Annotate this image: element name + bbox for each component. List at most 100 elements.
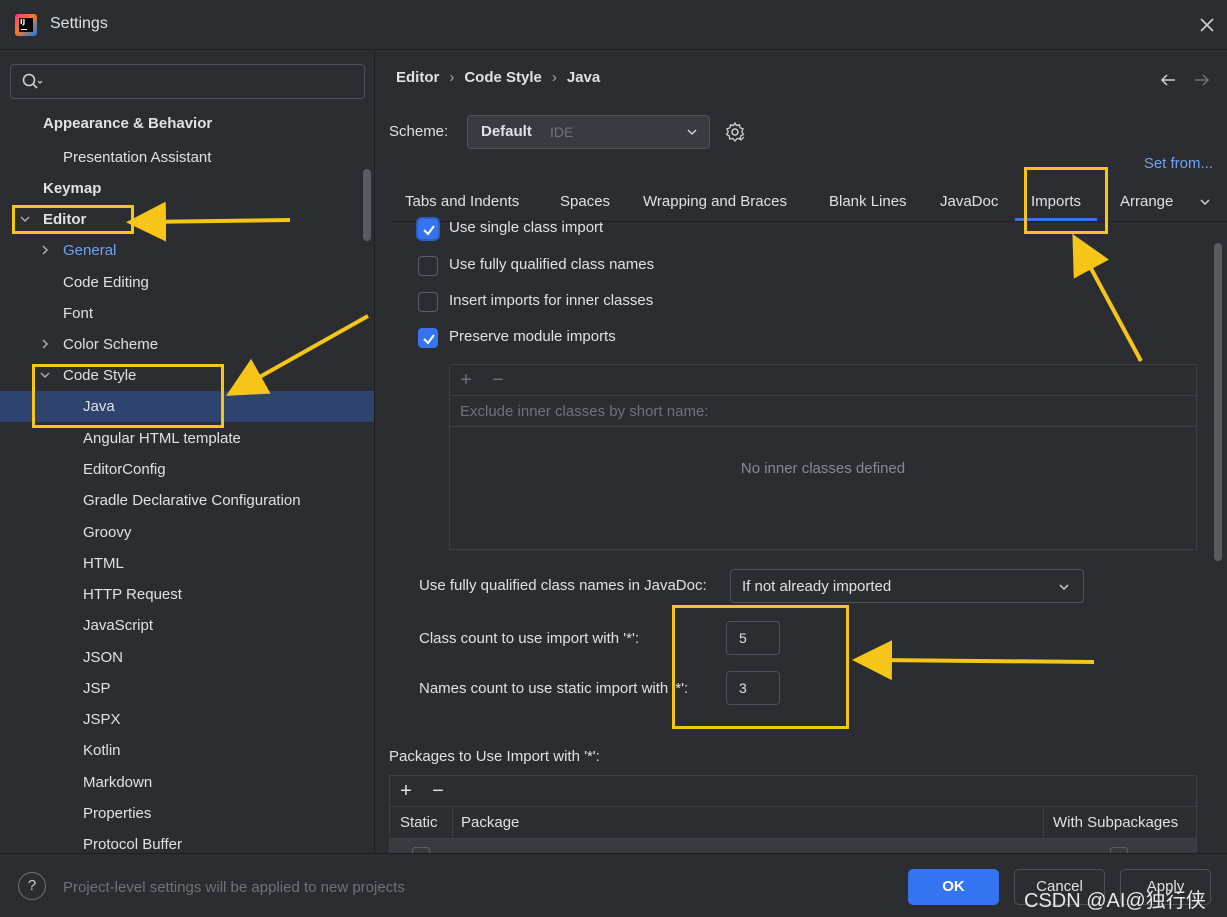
add-icon[interactable]: +	[397, 781, 415, 801]
help-icon[interactable]: ?	[18, 872, 46, 900]
sidebar-item-javascript[interactable]: JavaScript	[0, 610, 374, 641]
column-divider	[1043, 807, 1044, 839]
table-row[interactable]	[390, 839, 1196, 853]
set-from-link[interactable]: Set from...	[1144, 155, 1213, 172]
breadcrumb-editor[interactable]: Editor	[396, 69, 439, 86]
sidebar-item-label: HTML	[83, 555, 124, 572]
scheme-scope: IDE	[550, 124, 574, 140]
back-arrow-icon[interactable]	[1159, 71, 1177, 94]
chevron-down-icon[interactable]	[1198, 195, 1212, 209]
close-icon[interactable]	[1196, 14, 1218, 36]
breadcrumb-java: Java	[566, 69, 601, 86]
tab-blank-lines[interactable]: Blank Lines	[829, 193, 907, 210]
sidebar-item-editorconfig[interactable]: EditorConfig	[0, 454, 374, 485]
remove-icon[interactable]: −	[489, 370, 507, 390]
exclude-empty-text: No inner classes defined	[740, 460, 906, 477]
sidebar-item-label: Appearance & Behavior	[43, 115, 213, 132]
sidebar-item-label: JSPX	[83, 711, 121, 728]
sidebar-item-color-scheme[interactable]: Color Scheme	[0, 329, 374, 360]
sidebar-item-general[interactable]: General	[0, 235, 374, 266]
sidebar-item-label: Presentation Assistant	[63, 149, 212, 166]
column-static[interactable]: Static	[400, 814, 438, 831]
sidebar-item-code-editing[interactable]: Code Editing	[0, 267, 374, 298]
tab-tabs-and-indents[interactable]: Tabs and Indents	[405, 193, 519, 210]
dialog-footer: ? Project-level settings will be applied…	[0, 853, 1227, 917]
chevron-right-icon[interactable]	[38, 337, 52, 351]
javadoc-label: Use fully qualified class names in JavaD…	[419, 577, 707, 594]
sidebar-item-label: Font	[63, 305, 94, 322]
sidebar-item-jsp[interactable]: JSP	[0, 673, 374, 704]
chevron-down-icon	[687, 129, 697, 136]
tab-spaces[interactable]: Spaces	[560, 193, 610, 210]
intellij-app-icon: IJ	[15, 14, 37, 36]
remove-icon[interactable]: −	[429, 781, 447, 801]
sidebar-item-label: Code Editing	[63, 274, 149, 291]
sidebar-item-markdown[interactable]: Markdown	[0, 767, 374, 798]
sidebar-item-label: JSP	[83, 680, 111, 697]
forward-arrow-icon[interactable]	[1193, 71, 1211, 94]
breadcrumb-separator-icon: ›	[449, 69, 455, 86]
tab-javadoc[interactable]: JavaDoc	[940, 193, 998, 210]
checkbox[interactable]	[418, 219, 438, 239]
sidebar-item-label: Protocol Buffer	[83, 836, 182, 853]
add-icon[interactable]: +	[457, 370, 475, 390]
sidebar-item-label: Color Scheme	[63, 336, 159, 353]
search-icon	[22, 73, 43, 89]
breadcrumb-separator-icon: ›	[551, 69, 557, 86]
option-label: Use single class import	[449, 219, 604, 236]
settings-search-box[interactable]	[10, 64, 365, 99]
packages-label: Packages to Use Import with '*':	[389, 748, 600, 765]
sidebar-scrollbar[interactable]	[363, 169, 371, 241]
chevron-right-icon[interactable]	[38, 243, 52, 257]
exclude-header: Exclude inner classes by short name:	[450, 396, 1196, 427]
sidebar-item-label: JavaScript	[83, 617, 154, 634]
column-with-subpackages[interactable]: With Subpackages	[1053, 814, 1178, 831]
checkbox[interactable]	[418, 328, 438, 348]
content-scrollbar[interactable]	[1214, 243, 1222, 561]
footer-note: Project-level settings will be applied t…	[63, 879, 405, 896]
exclude-inner-classes-panel: + − Exclude inner classes by short name:…	[449, 364, 1197, 550]
sidebar-item-gradle-declarative[interactable]: Gradle Declarative Configuration	[0, 485, 374, 516]
tab-wrapping-and-braces[interactable]: Wrapping and Braces	[643, 193, 787, 210]
breadcrumb-code-style[interactable]: Code Style	[464, 69, 542, 86]
sidebar-item-groovy[interactable]: Groovy	[0, 517, 374, 548]
sidebar-item-html[interactable]: HTML	[0, 548, 374, 579]
checkbox[interactable]	[418, 292, 438, 312]
packages-header: Static Package With Subpackages	[390, 807, 1196, 839]
sidebar-item-keymap[interactable]: Keymap	[0, 173, 374, 204]
checkbox[interactable]	[418, 256, 438, 276]
sidebar-item-label: Markdown	[83, 774, 153, 791]
sidebar-item-label: JSON	[83, 649, 124, 666]
ok-button[interactable]: OK	[908, 869, 999, 905]
column-package[interactable]: Package	[461, 814, 519, 831]
tab-arrangement[interactable]: Arrange	[1120, 193, 1180, 210]
sidebar-item-properties[interactable]: Properties	[0, 798, 374, 829]
highlight-editor	[12, 205, 134, 234]
sidebar-item-font[interactable]: Font	[0, 298, 374, 329]
settings-sidebar: Appearance & Behavior Presentation Assis…	[0, 51, 375, 853]
scheme-label: Scheme:	[389, 123, 449, 140]
highlight-count-inputs	[672, 605, 849, 729]
sidebar-item-protocol-buffer[interactable]: Protocol Buffer	[0, 829, 374, 853]
sidebar-item-json[interactable]: JSON	[0, 642, 374, 673]
gear-icon[interactable]	[724, 121, 746, 143]
title-bar: IJ Settings	[0, 0, 1227, 50]
sidebar-item-label: Keymap	[43, 180, 102, 197]
sidebar-item-label: EditorConfig	[83, 461, 166, 478]
packages-table: + − Static Package With Subpackages	[389, 775, 1197, 853]
sidebar-item-jspx[interactable]: JSPX	[0, 704, 374, 735]
exclude-toolbar: + −	[450, 365, 1196, 396]
javadoc-dropdown[interactable]: If not already imported	[730, 569, 1084, 603]
javadoc-value: If not already imported	[742, 578, 892, 595]
sidebar-item-presentation-assistant[interactable]: Presentation Assistant	[0, 142, 374, 173]
sidebar-item-http-request[interactable]: HTTP Request	[0, 579, 374, 610]
option-label: Preserve module imports	[449, 328, 616, 345]
search-input[interactable]	[51, 71, 351, 93]
column-divider	[452, 807, 453, 839]
names-count-label: Names count to use static import with '*…	[419, 680, 689, 697]
sidebar-item-label: HTTP Request	[83, 586, 182, 603]
sidebar-item-kotlin[interactable]: Kotlin	[0, 735, 374, 766]
scheme-dropdown[interactable]: Default IDE	[467, 115, 710, 149]
sidebar-item-appearance-behavior[interactable]: Appearance & Behavior	[0, 108, 374, 139]
window-title: Settings	[50, 15, 108, 32]
